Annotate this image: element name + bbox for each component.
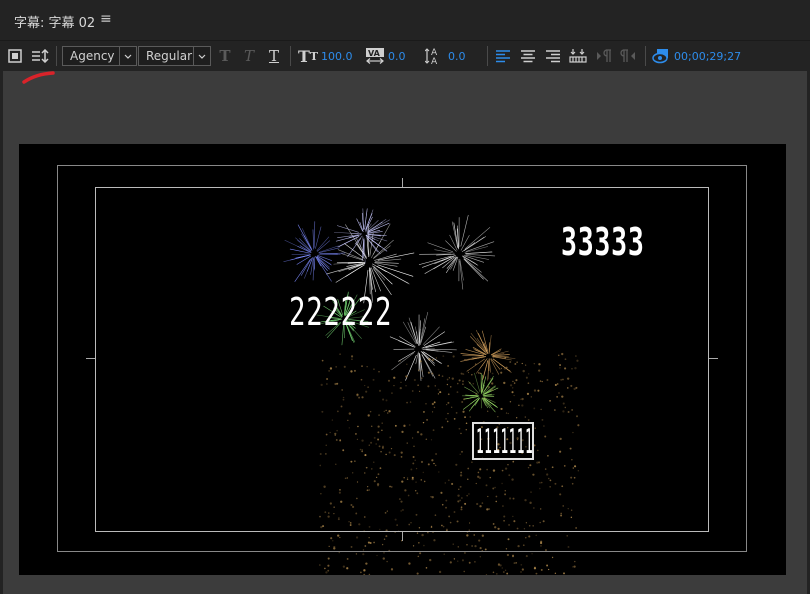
panel-header: 字幕: 字幕 02 ≡	[0, 0, 810, 41]
center-tick-top	[402, 178, 403, 187]
center-tick-right	[709, 358, 718, 359]
font-family-dropdown[interactable]: Agency ...	[62, 46, 137, 66]
underline-icon[interactable]: T	[265, 41, 283, 71]
kerning-value[interactable]: 0.0	[388, 41, 408, 71]
svg-text:A: A	[431, 57, 438, 66]
font-style-dropdown[interactable]: Regular	[138, 46, 211, 66]
svg-text:VA: VA	[368, 49, 381, 58]
kerning-icon: VA	[364, 41, 386, 71]
align-center-icon[interactable]	[518, 41, 538, 71]
center-tick-left	[86, 358, 95, 359]
baseline-shift-icon: AA	[424, 41, 444, 71]
baseline-value[interactable]: 0.0	[448, 41, 468, 71]
roll-crawl-options-icon[interactable]	[4, 41, 26, 71]
text-toolbar: Agency ... Regular T T T TT 100.0 VA 0.0…	[0, 41, 810, 71]
title-text-1-selected[interactable]: 1111111	[472, 422, 534, 462]
video-preview-canvas[interactable]: 222222 33333 1111111	[19, 144, 786, 575]
chevron-down-icon	[119, 47, 136, 65]
red-brush-stroke	[22, 71, 55, 84]
toolbar-divider	[56, 46, 57, 66]
bold-icon[interactable]: T	[216, 41, 234, 71]
ltr-paragraph-icon[interactable]	[594, 41, 614, 71]
title-text-3[interactable]: 33333	[561, 220, 645, 264]
panel-title: 字幕: 字幕 02	[14, 16, 96, 31]
show-background-video-icon[interactable]	[651, 41, 671, 71]
font-style-value: Regular	[146, 49, 193, 63]
title-text-2[interactable]: 222222	[289, 290, 392, 334]
toolbar-divider	[487, 46, 488, 66]
align-left-icon[interactable]	[493, 41, 513, 71]
tab-stops-icon[interactable]	[28, 41, 52, 71]
toolbar-divider	[290, 46, 291, 66]
italic-icon[interactable]: T	[240, 41, 258, 71]
font-size-icon: TT	[297, 46, 319, 66]
justify-icon[interactable]	[568, 41, 588, 71]
timecode-value[interactable]: 00;00;29;27	[674, 41, 741, 71]
toolbar-divider	[645, 46, 646, 66]
center-tick-bottom	[402, 532, 403, 541]
chevron-down-icon	[193, 47, 210, 65]
font-family-value: Agency ...	[70, 49, 119, 63]
hamburger-menu-icon[interactable]: ≡	[100, 11, 112, 27]
rtl-paragraph-icon[interactable]	[618, 41, 638, 71]
align-right-icon[interactable]	[543, 41, 563, 71]
title-text-1: 1111111	[476, 422, 534, 462]
font-size-value[interactable]: 100.0	[321, 41, 353, 71]
